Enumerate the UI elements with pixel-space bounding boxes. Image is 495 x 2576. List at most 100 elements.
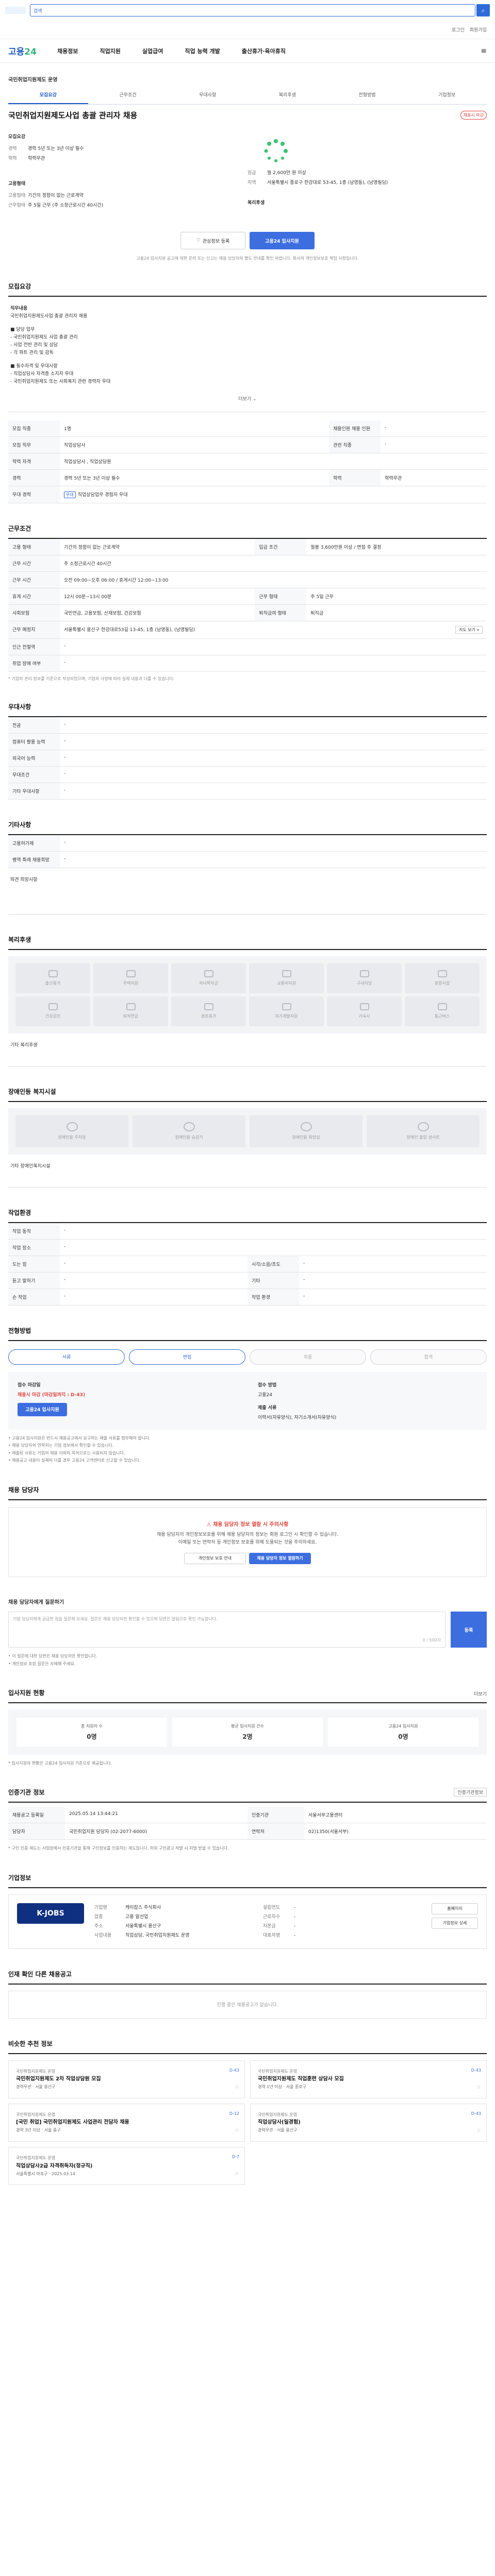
- cell-key: 기타: [248, 1272, 299, 1289]
- welfare-grid: 출산휴가 주택지원 자녀학자금 교통비지원 구내식당 휴양시설 건강검진 퇴직연…: [8, 956, 487, 1033]
- save-interest-button[interactable]: ♡ 관심정보 등록: [180, 232, 245, 249]
- facility-other-box: 기타 장애인복지시설: [8, 1155, 487, 1188]
- job-tabs: 모집요강 근무조건 우대사항 복리후생 전형방법 기업정보: [8, 86, 487, 105]
- cell-key: 도는 힘: [8, 1256, 60, 1273]
- etc-section: 기타사항 고용허가제 - 병역 특례 채용희망 - 파견 희망사항: [0, 820, 495, 914]
- map-button[interactable]: 지도 보기 ⌖: [455, 625, 483, 634]
- cell-key: 외국어 능력: [8, 750, 60, 767]
- brand-logo[interactable]: 고용24: [8, 44, 37, 57]
- cell-value: 국민취업지원 담당자 (02-2077-6000): [65, 1823, 248, 1840]
- manager-alert-text: 채용 담당자 정보 열람 시 주의사항: [213, 1521, 289, 1528]
- star-icon[interactable]: ☆: [235, 2126, 239, 2135]
- facility-item: 장애인용 주차장: [15, 1115, 128, 1147]
- qa-submit-button[interactable]: 등록: [451, 1612, 487, 1648]
- apply-method-header: 접수 방법: [258, 1382, 277, 1388]
- bullet: - 사업 전반 관리 및 상담: [10, 343, 58, 348]
- facility-other-label: 기타 장애인복지시설: [10, 1163, 51, 1169]
- cell-key: 인증기관: [248, 1807, 304, 1824]
- summary-key: 근무형태: [8, 203, 26, 208]
- util-bar: 로그인 회원가입: [0, 21, 495, 39]
- login-link[interactable]: 로그인: [452, 26, 465, 33]
- table-row: 고용 형태 기간의 정함이 없는 근로계약 입금 조건 월봉 3,600만원 이상 /…: [8, 538, 487, 555]
- search-icon[interactable]: ⌕: [476, 4, 490, 16]
- recommend-card[interactable]: 국민취업지원제도 운영 [국민 취업] 국민취업지원제도 사업관리 전담자 채용…: [8, 2103, 245, 2142]
- view-manager-button[interactable]: 채용 담당자 정보 열람하기: [249, 1553, 311, 1565]
- tab-company[interactable]: 기업정보: [407, 86, 487, 104]
- table-row: 컴퓨터 활용 능력 -: [8, 733, 487, 750]
- cell-value-text: 직업상담업무 경험자 우대: [77, 492, 128, 498]
- apply-button-2[interactable]: 고용24 입사지원: [18, 1402, 67, 1416]
- cell-value: -: [60, 638, 487, 655]
- tab-process[interactable]: 전형방법: [327, 86, 407, 104]
- reginfo-button[interactable]: 인증기관정보: [454, 1788, 487, 1797]
- facility-label: 장애인용 주차장: [58, 1135, 86, 1140]
- cell-value: -: [381, 420, 487, 437]
- tab-welfare[interactable]: 복리후생: [248, 86, 327, 104]
- star-icon[interactable]: ☆: [235, 2083, 239, 2092]
- bullet: ■ 필수자격 및 우대사항: [10, 363, 58, 369]
- more-button[interactable]: 더보기 ⌄: [10, 396, 485, 403]
- apply-button[interactable]: 고용24 입사지원: [250, 232, 315, 249]
- signup-link[interactable]: 회원가입: [470, 26, 487, 33]
- privacy-guide-button[interactable]: 개인정보 보호 안내: [184, 1553, 246, 1565]
- tab-recruit[interactable]: 모집요강: [8, 86, 88, 104]
- qa-box: 기업 담당자에게 궁금한 점을 질문해 보세요. 질문은 채용 담당자만 확인할…: [8, 1612, 487, 1648]
- welfare-icon: [282, 970, 291, 978]
- facility-item: 장애인 출입 경사로: [367, 1115, 480, 1147]
- gnb-item-support[interactable]: 직업지원: [100, 47, 120, 55]
- cell-key: 퇴직금여 형태: [255, 604, 307, 621]
- cell-value: -: [60, 835, 487, 852]
- restroom-icon: [300, 1122, 312, 1132]
- cell-key: 채용공고 등록일: [8, 1807, 65, 1824]
- welfare-label: 통근버스: [434, 1014, 450, 1019]
- homepage-button[interactable]: 홈페이지: [432, 1903, 478, 1914]
- gnb-item-leave[interactable]: 출산휴가·육아휴직: [242, 47, 286, 55]
- conditions-notice: * 기업의 관리 정보를 기준으로 작성되었으며, 기업의 사정에 따라 실제 …: [8, 676, 174, 681]
- table-row: 인근 전철역 -: [8, 638, 487, 655]
- manager-desc-1: 채용 담당자의 개인정보보호를 위해 채용 담당자의 정보는 회원 로그인 시 …: [157, 1532, 338, 1537]
- stats-note: * 입사지원자 현황은 고용24 입사지원 기준으로 제공됩니다.: [8, 1760, 112, 1766]
- stats-cards: 총 지원자 수 0명 평균 입사지원 건수 2명 고용24 입사지원 0명: [8, 1709, 487, 1755]
- company-box: K-JOBS 기업명 케이잡스 주식회사 업종 고용 알선업 주소 서울특별시 용산구…: [8, 1894, 487, 1949]
- rec-title: 국민취업지원제도 직업훈련 상담사 모집: [258, 2076, 344, 2082]
- welfare-item: 경조휴가: [171, 996, 246, 1026]
- cell-key: 채용인원 채용 인원: [329, 420, 381, 437]
- star-icon[interactable]: ☆: [476, 2126, 481, 2135]
- search-input[interactable]: [45, 7, 472, 13]
- gnb-item-training[interactable]: 직업 능력 개발: [185, 47, 220, 55]
- company-key: 자본금: [263, 1923, 276, 1929]
- menu-icon[interactable]: ≡: [481, 47, 487, 55]
- gnb-item-jobs[interactable]: 채용정보: [57, 47, 78, 55]
- cell-value: -: [60, 1239, 487, 1256]
- welfare-other-box: 기타 복리후생: [8, 1033, 487, 1066]
- mini-logo[interactable]: [5, 7, 26, 14]
- recommend-card[interactable]: 국민취업지원제도 운영 직업상담사(일경험) 경력무관 · 서울 용산구 D-4…: [250, 2103, 487, 2142]
- cell-key: 시각/소음/조도: [248, 1256, 299, 1273]
- table-row: 경력 경력 5년 또는 3년 이상 필수 학력 학력무관: [8, 469, 487, 486]
- process-step: 서류: [8, 1349, 125, 1365]
- cell-key: 관련 직종: [329, 436, 381, 453]
- recommend-card[interactable]: 국민취업지원제도 운영 국민취업지원제도 직업훈련 상담사 모집 경력 1년 이…: [250, 2060, 487, 2098]
- cell-value: 주 소정근로시간 40시간: [60, 555, 487, 572]
- company-detail-button[interactable]: 기업정보 상세: [432, 1917, 478, 1929]
- cell-value: 서울특별시 용산구 한강대로53길 13-45, 1층 (남영동), (남영빌딩…: [60, 621, 487, 639]
- welfare-item: 주택지원: [93, 963, 168, 993]
- tab-preferred[interactable]: 우대사항: [168, 86, 248, 104]
- welfare-item: 건강검진: [15, 996, 90, 1026]
- stats-more-link[interactable]: 더보기: [474, 1690, 487, 1697]
- company-section: 기업정보 K-JOBS 기업명 케이잡스 주식회사 업종 고용 알선업 주소 서울특별…: [0, 1873, 495, 1949]
- search-input-box[interactable]: 검색: [30, 4, 475, 16]
- qa-textarea[interactable]: 기업 담당자에게 궁금한 점을 질문해 보세요. 질문은 채용 담당자만 확인할…: [8, 1612, 446, 1648]
- recommend-card[interactable]: 국민취업지원제도 운영 직업상담사2급 자격취득자(정규직) 서울특별시 마포구…: [8, 2147, 245, 2185]
- star-icon[interactable]: ☆: [476, 2083, 481, 2092]
- gnb-item-unemployment[interactable]: 실업급여: [142, 47, 163, 55]
- cell-key: 취업 장애 여부: [8, 655, 60, 672]
- recommend-card[interactable]: 국민취업지원제도 운영 국민취업지원제도 2차 직업상담원 모집 경력무관 · …: [8, 2060, 245, 2098]
- welfare-icon: [204, 970, 213, 978]
- facility-section: 장애인등 복지시설 장애인용 주차장 장애인용 승강기 장애인용 화장실 장애인…: [0, 1087, 495, 1188]
- star-icon[interactable]: ☆: [235, 2170, 239, 2178]
- process-step: 합격: [370, 1349, 487, 1365]
- table-row: 기타 우대사항 -: [8, 783, 487, 800]
- tab-conditions[interactable]: 근무조건: [88, 86, 168, 104]
- company-key: 기업명: [94, 1905, 107, 1910]
